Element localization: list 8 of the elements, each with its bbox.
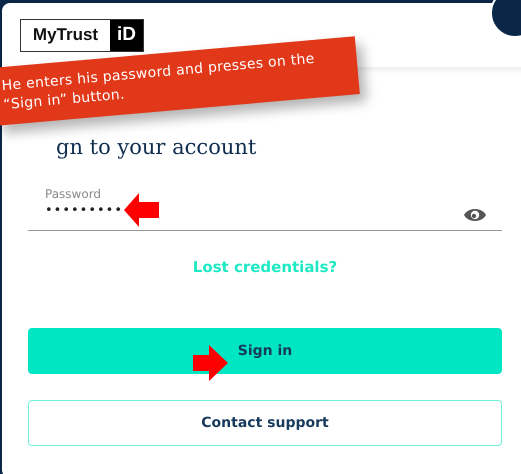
- heading: gn to your account: [55, 135, 258, 159]
- contact-support-button[interactable]: Contact support: [28, 400, 502, 446]
- arrow-icon: [124, 193, 159, 227]
- logo: MyTrust iD: [20, 18, 144, 52]
- sign-in-button[interactable]: Sign in: [28, 328, 502, 374]
- field-label: Password: [45, 187, 102, 201]
- arrow-icon: [193, 345, 228, 381]
- eye-icon[interactable]: [463, 207, 487, 223]
